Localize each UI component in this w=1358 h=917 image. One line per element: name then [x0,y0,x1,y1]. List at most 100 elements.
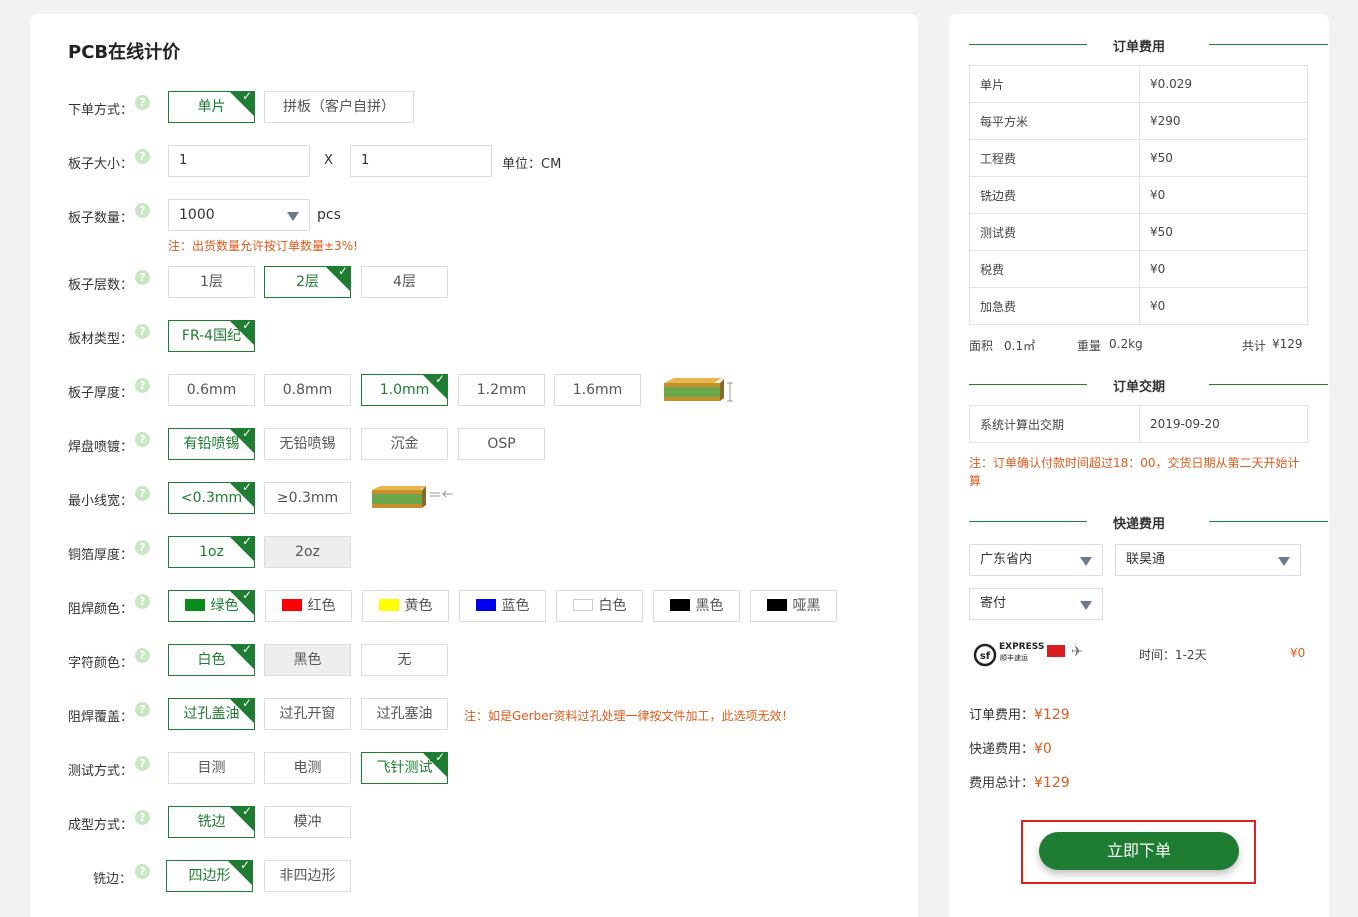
option-layer-2[interactable]: 2层 ✓ [264,266,351,298]
option-trace-ge-0-3[interactable]: ≥0.3mm✓ [264,482,351,514]
row-board-qty: 板子数量： ? 1000 pcs 注：出货数量允许按订单数量±3%! [30,199,918,253]
table-row: 系统计算出交期 2019-09-20 [969,405,1308,443]
board-qty-label: 板子数量： [68,211,134,226]
option-leaded-hasl[interactable]: 有铅喷锡 ✓ [168,428,255,460]
pcb-config-panel: PCB在线计价 下单方式： ? 单片✓ 拼板（客户自拼）✓ 板子大小： ? 1 … [30,14,918,917]
weight-label: 重量 [1077,339,1102,353]
board-size-label: 板子大小： [68,157,134,172]
help-icon[interactable]: ? [135,648,150,663]
option-silk-black[interactable]: 黑色 [264,644,351,676]
option-solder-matte-black[interactable]: 哑黑 [750,590,837,622]
help-icon[interactable]: ? [135,540,150,555]
option-solder-yellow[interactable]: 黄色 [362,590,449,622]
test-method-label: 测试方式： [68,764,134,779]
delivery-header: 订单交期 [969,374,1328,395]
option-trace-lt-0-3[interactable]: <0.3mm ✓ [168,482,255,514]
option-solder-red[interactable]: 红色 [265,590,352,622]
option-thickness-0-6[interactable]: 0.6mm✓ [168,374,255,406]
solder-color-label: 阻焊颜色： [68,602,134,617]
board-width-input[interactable]: 1 [168,145,310,177]
option-forming-milling[interactable]: 铣边 ✓ [168,806,255,838]
board-qty-select[interactable]: 1000 [168,199,310,231]
option-test-flying-probe[interactable]: 飞针测试 ✓ [361,752,448,784]
option-test-electric[interactable]: 电测 [264,752,351,784]
sf-express-logo: sf EXPRESS 顺丰速运 ✈ [973,642,1103,668]
help-icon[interactable]: ? [135,203,150,218]
shipping-time: 时间：1-2天 [1139,648,1207,662]
via-cover-label: 阻焊覆盖： [68,710,134,725]
thickness-label: 板子厚度： [68,386,134,401]
option-single[interactable]: 单片 ✓ [168,91,255,123]
check-icon: ✓ [241,644,252,656]
row-solder-color: 阻焊颜色： ? 绿色 ✓ 红色 黄色 蓝色 白色 黑色 哑黑 [30,590,918,622]
help-icon[interactable]: ? [135,594,150,609]
option-via-open[interactable]: 过孔开窗 [264,698,351,730]
option-thickness-1-6[interactable]: 1.6mm✓ [554,374,641,406]
option-thickness-1-2[interactable]: 1.2mm✓ [458,374,545,406]
carrier-select[interactable]: 联昊通 [1115,544,1301,576]
color-swatch [378,599,399,611]
option-silk-white[interactable]: 白色 ✓ [168,644,255,676]
option-forming-punch[interactable]: 模冲 [264,806,351,838]
page-title: PCB在线计价 [68,42,181,63]
option-milling-rect[interactable]: 四边形 ✓ [166,860,253,892]
option-copper-2oz[interactable]: 2oz✓ [264,536,351,568]
option-panel[interactable]: 拼板（客户自拼）✓ [264,91,414,123]
total-value: ¥129 [1272,337,1303,351]
help-icon[interactable]: ? [135,702,150,717]
check-icon: ✓ [239,860,250,872]
option-layer-4[interactable]: 4层✓ [361,266,448,298]
option-solder-blue[interactable]: 蓝色 [459,590,546,622]
order-fee-table: 单片 ¥0.029 每平方米 ¥290 工程费 ¥50 铣边费 ¥0 测试费 ¥50 税费… [969,65,1308,325]
option-solder-black[interactable]: 黑色 [653,590,740,622]
option-milling-nonrect[interactable]: 非四边形 [264,860,351,892]
table-row: 工程费 ¥50 [969,139,1308,177]
help-icon[interactable]: ? [135,95,150,110]
option-via-plugged[interactable]: 过孔塞油 [361,698,448,730]
airplane-icon: ✈ [1071,644,1083,660]
option-thickness-1-0[interactable]: 1.0mm ✓ [361,374,448,406]
option-solder-white[interactable]: 白色 [556,590,643,622]
option-osp[interactable]: OSP✓ [458,428,545,460]
total-label: 共计 [1242,339,1267,353]
help-icon[interactable]: ? [135,486,150,501]
option-via-tented[interactable]: 过孔盖油 ✓ [168,698,255,730]
delivery-title: 订单交期 [1092,380,1185,395]
help-icon[interactable]: ? [135,378,150,393]
option-solder-green[interactable]: 绿色 ✓ [168,590,255,622]
color-swatch [572,599,593,611]
option-leadfree-hasl[interactable]: 无铅喷锡✓ [264,428,351,460]
shipping-title: 快递费用 [1092,517,1185,532]
option-silk-none[interactable]: 无 [361,644,448,676]
qty-unit: pcs [317,207,341,223]
option-layer-1[interactable]: 1层✓ [168,266,255,298]
row-milling: 铣边： ? 四边形 ✓ 非四边形 [30,860,918,892]
help-icon[interactable]: ? [135,270,150,285]
help-icon[interactable]: ? [135,810,150,825]
table-row: 每平方米 ¥290 [969,102,1308,140]
option-copper-1oz[interactable]: 1oz ✓ [168,536,255,568]
min-trace-label: 最小线宽： [68,494,134,509]
option-test-visual[interactable]: 目测 [168,752,255,784]
shipping-header: 快递费用 [969,511,1328,532]
payment-select[interactable]: 寄付 [969,588,1103,620]
board-height-input[interactable]: 1 [350,145,492,177]
submit-order-button[interactable]: 立即下单 [1039,832,1239,870]
option-enig[interactable]: 沉金✓ [361,428,448,460]
china-flag-icon [1047,645,1065,657]
help-icon[interactable]: ? [135,432,150,447]
check-icon: ✓ [241,536,252,548]
help-icon[interactable]: ? [135,756,150,771]
svg-text:sf: sf [980,651,991,662]
option-thickness-0-8[interactable]: 0.8mm✓ [264,374,351,406]
order-fee-header: 订单费用 [969,34,1328,55]
check-icon: ✓ [241,806,252,818]
help-icon[interactable]: ? [135,149,150,164]
option-fr4[interactable]: FR-4国纪 ✓ [168,320,255,352]
chevron-down-icon [1080,557,1092,566]
row-surface: 焊盘喷镀： ? 有铅喷锡✓ 无铅喷锡✓ 沉金✓ OSP✓ [30,428,918,460]
help-icon[interactable]: ? [135,864,150,879]
help-icon[interactable]: ? [135,324,150,339]
qty-note: 注：出货数量允许按订单数量±3%! [168,239,358,253]
region-select[interactable]: 广东省内 [969,544,1103,576]
